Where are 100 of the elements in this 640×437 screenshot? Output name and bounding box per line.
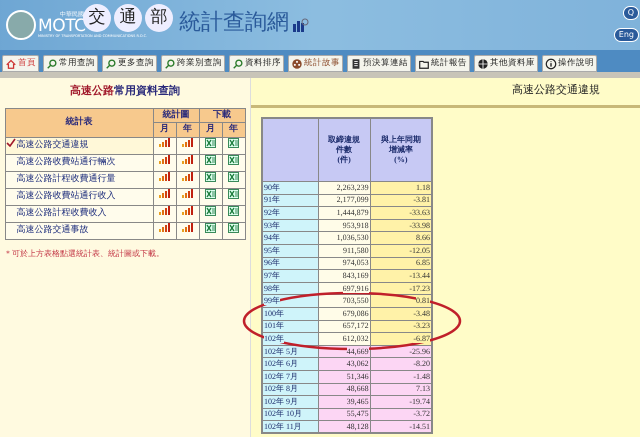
film-reel-icon (291, 58, 303, 70)
table-cell: 44,669 (346, 346, 369, 356)
table-name[interactable]: 高速公路計程收費通行量 (16, 174, 116, 184)
table-cell: 911,580 (342, 246, 369, 255)
table-cell: 612,032 (342, 334, 369, 343)
table-name[interactable]: 高速公路計程收費收入 (16, 208, 106, 218)
edge-button[interactable]: Q (622, 6, 639, 20)
spreadsheet-icon[interactable] (205, 188, 216, 199)
table-cell: 843,169 (342, 270, 369, 280)
nav-tab[interactable]: 操作說明 (542, 55, 597, 72)
table-cell: 974,053 (342, 258, 369, 268)
nav-tab[interactable]: 統計故事 (288, 55, 343, 72)
spreadsheet-icon[interactable] (205, 154, 216, 165)
bar-chart-icon[interactable] (182, 138, 193, 148)
table-cell: -3.72 (413, 409, 430, 418)
spreadsheet-icon[interactable] (228, 154, 239, 165)
table-cell: -17.23 (409, 284, 430, 293)
table-link-cell[interactable]: 高速公路計程收費通行量 (5, 171, 153, 188)
spreadsheet-icon[interactable] (205, 222, 216, 233)
report-title: 高速公路交通違規 (512, 82, 600, 98)
table-cell: -12.05 (409, 246, 430, 255)
bar-chart-icon[interactable] (159, 138, 170, 148)
table-cell: -8.20 (413, 359, 430, 368)
period-cell: 92年 (264, 208, 280, 217)
table-name[interactable]: 高速公路交通事故 (16, 224, 88, 235)
bar-chart-icon[interactable] (182, 155, 193, 164)
table-cell: 2,263,239 (336, 182, 369, 192)
table-cell: -14.51 (409, 422, 430, 431)
bar-chart-icon[interactable] (159, 189, 170, 198)
spreadsheet-icon[interactable] (205, 206, 216, 216)
table-link-cell[interactable]: 高速公路收費站通行收入 (5, 188, 153, 205)
table-cell: 48,668 (346, 384, 369, 394)
edge-button[interactable]: Eng (614, 28, 639, 42)
nav-tab[interactable]: 預決算連結 (347, 55, 411, 72)
motc-label: MOTC (38, 18, 86, 35)
logo-emblem (6, 10, 36, 40)
bar-chart-icon[interactable] (182, 206, 193, 216)
search-icon (232, 58, 244, 70)
table-link-cell[interactable]: 高速公路交通違規 (5, 137, 153, 154)
period-cell: 96年 (264, 258, 280, 268)
bar-chart-icon[interactable] (182, 223, 193, 232)
spreadsheet-icon[interactable] (228, 206, 239, 216)
table-cell: -1.48 (413, 372, 430, 381)
table-cell: 0.81 (416, 296, 430, 306)
period-cell: 102年 9月 (264, 396, 298, 406)
period-cell: 100年 (264, 308, 284, 318)
document-icon (350, 58, 362, 70)
panel-title: 高速公路常用資料查詢 (70, 84, 180, 97)
spreadsheet-icon[interactable] (228, 222, 239, 233)
period-cell: 98年 (264, 284, 280, 293)
checkmark-icon (6, 138, 16, 148)
seal-character: 部 (145, 4, 174, 32)
table-cell: 679,086 (342, 308, 369, 318)
table-cell: -3.81 (413, 195, 430, 204)
search-icon (105, 58, 117, 70)
spreadsheet-icon[interactable] (228, 172, 239, 182)
nav-tab[interactable]: 其他資料庫 (474, 55, 538, 72)
table-cell: -33.63 (409, 208, 430, 217)
nav-tab[interactable]: 首頁 (2, 55, 39, 72)
table-link-cell[interactable]: 高速公路交通事故 (5, 222, 153, 239)
spreadsheet-icon[interactable] (228, 138, 239, 148)
period-cell: 102年 6月 (264, 359, 298, 368)
bar-chart-icon[interactable] (182, 172, 193, 182)
table-name[interactable]: 高速公路收費站通行收入 (16, 190, 116, 201)
nav-tab[interactable]: 更多查詢 (102, 55, 157, 72)
bar-chart-icon[interactable] (159, 223, 170, 232)
period-cell: 102年 11月 (264, 422, 302, 431)
table-name[interactable]: 高速公路收費站通行輛次 (16, 156, 116, 167)
bar-chart-icon[interactable] (159, 155, 170, 164)
search-icon (164, 58, 176, 70)
period-cell: 91年 (264, 195, 280, 204)
bar-chart-icon[interactable] (182, 189, 193, 198)
period-cell: 93年 (264, 220, 280, 230)
bar-chart-icon[interactable] (159, 206, 170, 216)
period-cell: 97年 (264, 270, 280, 280)
period-cell: 102年 5月 (264, 346, 298, 356)
table-link-cell[interactable]: 高速公路計程收費收入 (5, 205, 153, 222)
column-header: 與上年同期 增減率 (%) (380, 134, 421, 165)
table-link-cell[interactable]: 高速公路收費站通行輛次 (5, 154, 153, 171)
table-cell: 43,062 (346, 359, 369, 368)
spreadsheet-icon[interactable] (205, 172, 216, 182)
table-cell: 7.13 (416, 384, 430, 394)
header-cell: 統計表 (5, 108, 153, 137)
table-name[interactable]: 高速公路交通違規 (16, 140, 88, 150)
info-icon (545, 58, 557, 70)
site-title: 統計查詢網 (179, 8, 290, 36)
nav-tab[interactable]: 資料排序 (229, 55, 284, 72)
period-cell: 102年 7月 (264, 372, 298, 381)
table-cell: -6.87 (413, 334, 430, 343)
table-cell: 2,177,099 (336, 195, 369, 204)
nav-tab[interactable]: 常用查詢 (43, 55, 98, 72)
table-cell: -33.98 (409, 220, 430, 230)
home-icon (5, 58, 17, 70)
bar-chart-icon[interactable] (159, 172, 170, 182)
spreadsheet-icon[interactable] (205, 138, 216, 148)
nav-tab[interactable]: 跨業別查詢 (161, 55, 225, 72)
nav-tab[interactable]: 統計報告 (415, 55, 470, 72)
spreadsheet-icon[interactable] (228, 188, 239, 199)
period-cell: 101年 (264, 321, 284, 330)
table-cell: 8.66 (416, 233, 430, 242)
